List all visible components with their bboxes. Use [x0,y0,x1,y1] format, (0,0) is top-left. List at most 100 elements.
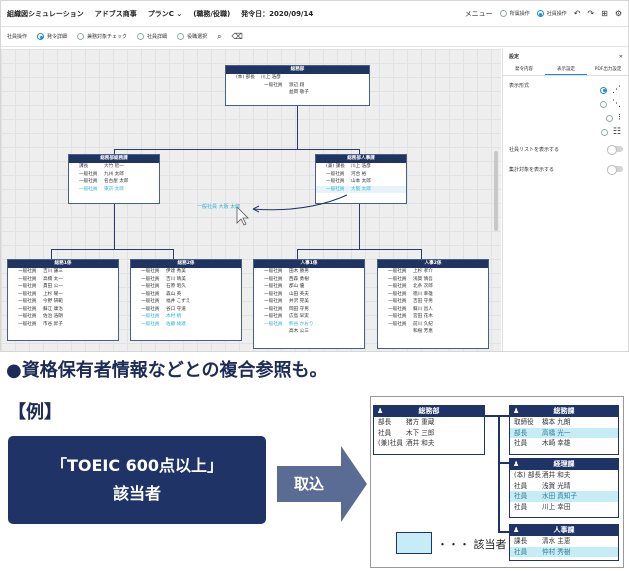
date-label: 発令日：2020/09/14 [241,9,314,18]
org-row[interactable]: 一般社員 伊達 秀美 [131,268,241,276]
org-row[interactable]: 一般社員 九州 太郎 [69,171,159,179]
app-title: 組織図シミュレーション [7,9,84,18]
org-row[interactable]: 一般社員 上杉 孝介 [378,268,488,276]
criteria-line-1: 「TOEIC 600点以上」 [50,456,224,475]
dragged-member-label[interactable]: 一般社員 大阪 太郎 [197,203,240,210]
org-row[interactable]: 一般社員 蘇川 昌人 [378,306,488,314]
org-row[interactable]: 一般社員 山田 英夫 [254,291,364,299]
undo-icon[interactable]: ↶ [574,9,581,18]
org-row[interactable]: 一般社員 田木 勝男 [254,268,364,276]
org-row[interactable]: 一般社員 吉川 晴美 [131,276,241,284]
vertical-scrollbar[interactable] [494,151,498,231]
org-row[interactable]: 一般社員 福井 こずえ [131,298,241,306]
org-box-team-3[interactable]: 人事1係 一般社員 田木 勝男 一般社員 西森 勇樹 一般社員 郡山 優一般社員 山田 英夫… [253,259,365,349]
org-row[interactable]: 一般社員 蘇江 康治 [8,306,118,314]
panel-title: 設定 [509,54,520,60]
tab-pdf-settings[interactable]: PDF出力設定 [587,64,628,75]
toggle-member-list[interactable]: 社員リストを表示する [503,139,628,159]
opt-dup-check[interactable]: 兼務対象チェック [77,33,127,40]
org-box-root[interactable]: 総務部 (本) 部長 川上 浩彦 一般社員 渡辺 翔 益岡 敬子 [225,65,370,106]
org-box-team-4[interactable]: 人事2係 一般社員 上杉 孝介 一般社員 浅賀 慎吾 一般社員 北条 次郎 一般社員 徳川 幸… [377,259,489,349]
org-row[interactable]: 一般社員 上杉 曜一 [8,291,118,299]
org-row[interactable]: 益岡 敬子 [226,89,369,97]
org-row[interactable]: 一般社員 名古屋 太郎 [69,178,159,186]
member-row: 社員 木崎 幸雄 [514,439,571,447]
org-row[interactable]: 高木 公三 [254,328,364,336]
org-row[interactable]: 一般社員 宮田 花木 [378,313,488,321]
tree-layout-icon: ⋰ [612,85,621,95]
eraser-icon[interactable]: ⌫ [232,32,243,41]
org-row[interactable]: 一般社員 今野 研範 [8,298,118,306]
member-row: 社員 浅賀 光晴 [514,481,571,490]
opt-role-select[interactable]: 役職選択 [177,33,207,40]
org-box-team-1[interactable]: 総務1係 一般社員 吉川 謙三 一般社員 高橋 太一 一般社員 貫田 公一 一般社員 上杉 曜… [7,259,119,341]
org-row[interactable]: 一般社員 佐治 浩朗 [8,313,118,321]
matched-member-row: 部長 高橋 光一 [510,427,618,438]
member-row: 部長 猪方 重蔵 [378,418,435,426]
legend-swatch [396,532,432,554]
org-row[interactable]: 課長 大竹 智一 [69,163,159,171]
app-window: 組織図シミュレーション アドブス商事 プランC ⌄ (職務/役職) 発令日：20… [0,0,629,352]
layout-option-list[interactable]: ⁝ [503,111,628,125]
close-icon[interactable]: ✕ [619,54,623,60]
top-bar: 組織図シミュレーション アドブス商事 プランC ⌄ (職務/役職) 発令日：20… [1,1,628,27]
org-row[interactable]: 一般社員 谷口 守道 [131,306,241,314]
example-box-jinji: ♟ 人事課 課長 清水 主恵 社員 仲村 秀樹 [509,524,619,561]
tab-display-settings[interactable]: 表示設定 [545,64,587,75]
org-row[interactable]: 一般社員 郡山 優 [254,283,364,291]
org-row[interactable]: 一般社員 河合 裕 [316,171,406,179]
search-icon[interactable]: ⌕ [217,32,221,41]
example-box-kanri: ♟ 総務課 取締役 橋本 九朗 部長 高橋 光一 社員 木崎 幸雄 [509,405,619,455]
org-row[interactable]: 一般社員 吉田 守男 [378,298,488,306]
plan-menu[interactable]: プランC ⌄ [148,9,182,19]
org-row[interactable]: 一般社員 広島 早実 [254,313,364,321]
org-row[interactable]: 一般社員 浅賀 慎吾 [378,276,488,284]
org-row[interactable]: (兼) 課長 川上 浩彦 [316,163,406,171]
org-box-team-2[interactable]: 総務2係 一般社員 伊達 秀美 一般社員 吉川 晴美 一般社員 石原 昭久 一般社員 森山 英… [130,259,242,341]
layout-option-compact[interactable]: ☷ [503,125,628,139]
org-box-title: 総務部総務課 [69,155,159,163]
radio-member-op[interactable]: 社員操作 [536,10,567,17]
member-row: 社員 木下 三郎 [378,428,435,437]
org-row[interactable]: 一般社員 前川 久紀 [378,321,488,329]
grid-icon[interactable]: ⊞ [601,9,608,18]
org-row[interactable]: 一般社員 木村 梢 [131,313,241,321]
toggle-aggregate[interactable]: 集計対象を表示する [503,159,628,179]
org-row[interactable]: 一般社員 市谷 昇子 [8,321,118,329]
chevron-down-icon: ⌄ [176,9,183,18]
redo-icon[interactable]: ↷ [587,9,594,18]
org-row[interactable]: 一般社員 貫田 公一 [8,283,118,291]
member-row: 社員 川上 幸田 [514,502,571,511]
import-arrow: 取込 [277,446,367,522]
org-row[interactable]: 一般社員 佐藤 綾達 [131,321,241,329]
org-row[interactable]: 一般社員 渡辺 翔 [226,82,369,90]
member-row: (兼)社員 酒井 和夫 [378,439,435,447]
example-box-soumu: ♟ 総務部 部長 猪方 重蔵 社員 木下 三郎 (兼)社員 酒井 和夫 [373,405,485,455]
org-row[interactable]: 一般社員 吉川 謙三 [8,268,118,276]
org-row[interactable]: 一般社員 徳川 幸雄 [378,291,488,299]
settings-icon[interactable]: ⚙ [615,9,622,18]
menu-button[interactable]: メニュー [465,9,493,19]
horizontal-layout-icon: ⋱ [612,99,621,109]
criteria-box: 「TOEIC 600点以上」 該当者 [8,436,266,524]
org-row[interactable]: 一般社員 熊谷 かおり [254,321,364,329]
org-row[interactable]: 一般社員 岡田 守男 [254,306,364,314]
org-row[interactable]: 一般社員 西森 勇樹 [254,276,364,284]
org-box-div-a[interactable]: 総務部総務課 課長 大竹 智一 一般社員 九州 太郎 一般社員 名古屋 太郎 一般社員… [68,154,160,204]
org-row[interactable]: 和樹 芳恵 [378,328,488,336]
tab-issue-content[interactable]: 発令内容 [503,64,545,75]
org-row[interactable]: 一般社員 高橋 太一 [8,276,118,284]
opt-member-detail[interactable]: 社員詳細 [137,33,167,40]
layout-option-horizontal[interactable]: ⋱ [503,97,628,111]
org-row[interactable]: 一般社員 山本 太郎 [316,178,406,186]
org-row[interactable]: (本) 部長 川上 浩彦 [226,74,369,82]
org-row[interactable]: 一般社員 北条 次郎 [378,283,488,291]
org-row[interactable]: 一般社員 井沢 晃美 [254,298,364,306]
opt-detail[interactable]: 発令詳細 [37,33,67,40]
radio-dept-op[interactable]: 所属操作 [499,10,530,17]
org-row[interactable]: 一般社員 森山 英 [131,291,241,299]
org-row[interactable]: 一般社員 石原 昭久 [131,283,241,291]
org-row-highlight[interactable]: 一般社員 東京 太郎 [69,186,159,194]
example-box-keiri: ♟ 経理課 (本) 部長 酒井 和夫 社員 浅賀 光晴 社員 水田 真知子 社員 川上 幸田 [509,458,619,518]
company-name[interactable]: アドブス商事 [95,9,137,19]
